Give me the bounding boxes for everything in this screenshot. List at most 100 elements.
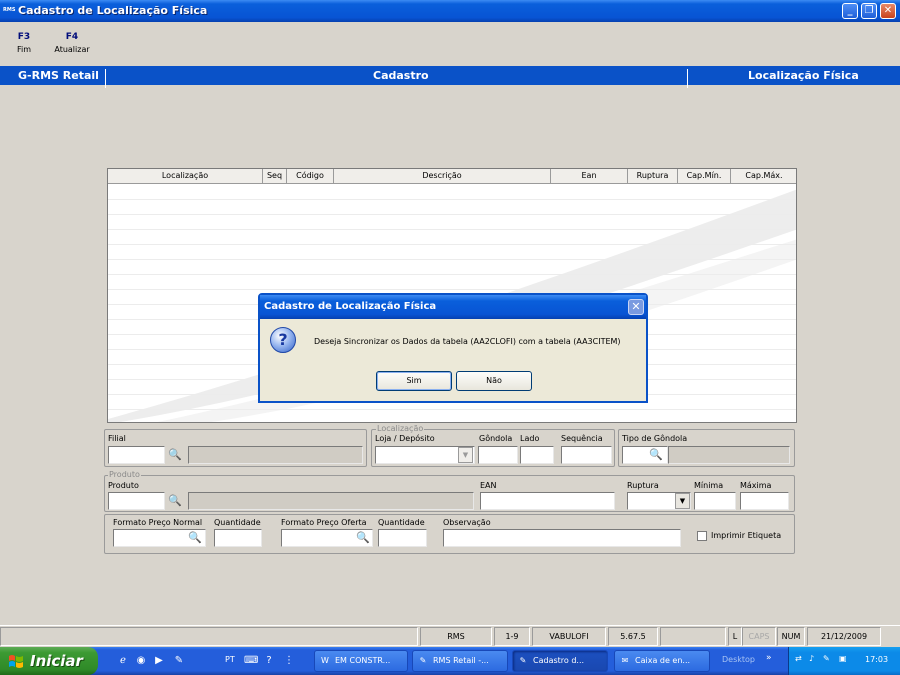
grid-row-line	[108, 274, 796, 275]
binoculars-icon[interactable]: 🔍	[168, 495, 182, 507]
status-bar: RMS 1-9 VABULOFI 5.67.5 L CAPS NUM 21/12…	[0, 625, 900, 647]
start-label: Iniciar	[30, 652, 83, 670]
maximize-button[interactable]: ❐	[861, 3, 877, 19]
dialog-titlebar[interactable]: Cadastro de Localização Física ✕	[260, 295, 646, 319]
help-icon[interactable]: ?	[262, 654, 276, 668]
produto-input[interactable]	[108, 492, 165, 510]
header-divider	[687, 69, 688, 88]
quantidade-input[interactable]	[214, 529, 262, 547]
header-divider	[105, 69, 106, 88]
window-titlebar[interactable]: RMS Cadastro de Localização Física _ ❐ ✕	[0, 0, 900, 22]
sim-button[interactable]: Sim	[376, 371, 452, 391]
status-num: NUM	[777, 627, 805, 646]
gondola-label: Gôndola	[479, 434, 513, 443]
tipo-gondola-label: Tipo de Gôndola	[622, 434, 688, 443]
minima-label: Mínima	[694, 481, 724, 490]
quantidade2-input[interactable]	[378, 529, 427, 547]
browser-icon[interactable]: ◉	[134, 654, 148, 668]
module-header: G-RMS Retail Cadastro Localização Física	[0, 66, 900, 88]
gondola-input[interactable]	[478, 446, 518, 464]
ean-input[interactable]	[480, 492, 615, 510]
grid-row-line	[108, 229, 796, 230]
status-date: 21/12/2009	[807, 627, 881, 646]
f4-key: F4	[65, 32, 79, 42]
minimize-button[interactable]: _	[842, 3, 858, 19]
status-app: RMS	[420, 627, 492, 646]
f3-label: Fim	[16, 45, 32, 54]
f3-fim-button[interactable]: F3 Fim	[4, 32, 44, 54]
taskbar-button-cadastro[interactable]: ✎ Cadastro d...	[512, 650, 608, 672]
status-range: 1-9	[494, 627, 530, 646]
f4-label: Atualizar	[54, 45, 90, 54]
taskbar-button-rms[interactable]: ✎ RMS Retail -...	[412, 650, 508, 672]
f4-atualizar-button[interactable]: F4 Atualizar	[52, 32, 92, 54]
sequencia-input[interactable]	[561, 446, 612, 464]
rms-icon: ✎	[519, 656, 527, 665]
sequencia-label: Sequência	[561, 434, 603, 443]
clock[interactable]: 17:03	[865, 655, 888, 664]
dialog-title: Cadastro de Localização Física	[264, 301, 437, 312]
col-ean[interactable]: Ean	[551, 169, 628, 184]
chevron-right-icon[interactable]: »	[766, 653, 772, 663]
formato-normal-label: Formato Preço Normal	[113, 518, 203, 527]
status-program: VABULOFI	[532, 627, 606, 646]
col-cap-min[interactable]: Cap.Mín.	[678, 169, 731, 184]
start-button[interactable]: Iniciar	[0, 647, 98, 675]
grid-header: Localização Seq Código Descrição Ean Rup…	[108, 169, 796, 184]
produto-label: Produto	[108, 481, 139, 490]
produto-description-field	[188, 492, 474, 510]
volume-icon[interactable]: ♪	[809, 654, 814, 663]
binoculars-icon[interactable]: 🔍	[188, 532, 202, 544]
col-localizacao[interactable]: Localização	[108, 169, 263, 184]
sync-dialog: Cadastro de Localização Física ✕ ? Desej…	[258, 293, 648, 403]
close-button[interactable]: ✕	[880, 3, 896, 19]
formato-oferta-label: Formato Preço Oferta	[281, 518, 367, 527]
col-seq[interactable]: Seq	[263, 169, 287, 184]
imprimir-etiqueta-label: Imprimir Etiqueta	[711, 531, 782, 540]
localizacao-group-label: Localização	[376, 424, 425, 433]
ean-label: EAN	[480, 481, 497, 490]
rms-tray-icon[interactable]: ✎	[823, 654, 830, 663]
status-caps: CAPS	[742, 627, 776, 646]
imprimir-etiqueta-checkbox[interactable]	[697, 531, 707, 541]
status-l: L	[728, 627, 742, 646]
chevron-down-icon[interactable]: ▼	[675, 493, 690, 509]
ruptura-label: Ruptura	[627, 481, 659, 490]
rms-icon[interactable]: ✎	[172, 654, 186, 668]
quantidade-label: Quantidade	[214, 518, 261, 527]
binoculars-icon[interactable]: 🔍	[356, 532, 370, 544]
col-descricao[interactable]: Descrição	[334, 169, 551, 184]
minima-input[interactable]	[694, 492, 736, 510]
filial-input[interactable]	[108, 446, 165, 464]
options-icon[interactable]: ⋮	[282, 654, 296, 668]
windows-flag-icon	[9, 655, 23, 668]
taskbar-button-inbox[interactable]: ✉ Caixa de en...	[614, 650, 710, 672]
ie-icon[interactable]: ℯ	[116, 654, 130, 668]
maxima-input[interactable]	[740, 492, 789, 510]
tray-app-icon[interactable]: ▣	[839, 654, 847, 663]
question-icon: ?	[270, 327, 296, 353]
observacao-input[interactable]	[443, 529, 681, 547]
status-blank	[660, 627, 726, 646]
keyboard-icon[interactable]: ⌨	[244, 654, 258, 668]
header-system: G-RMS Retail	[18, 69, 99, 82]
binoculars-icon[interactable]: 🔍	[168, 449, 182, 461]
function-key-bar: F3 Fim F4 Atualizar	[0, 22, 900, 66]
col-ruptura[interactable]: Ruptura	[628, 169, 678, 184]
taskbar-button-word[interactable]: W EM CONSTR...	[314, 650, 408, 672]
word-icon: W	[321, 656, 329, 665]
dialog-close-button[interactable]: ✕	[628, 299, 644, 315]
nao-button[interactable]: Não	[456, 371, 532, 391]
chevron-down-icon[interactable]: ▼	[458, 447, 473, 463]
language-indicator[interactable]: PT	[225, 655, 235, 664]
lado-input[interactable]	[520, 446, 554, 464]
col-cap-max[interactable]: Cap.Máx.	[731, 169, 796, 184]
system-tray: ⇄ ♪ ✎ ▣ 17:03	[788, 647, 900, 675]
network-icon[interactable]: ⇄	[795, 654, 802, 663]
produto-group-label: Produto	[108, 470, 141, 479]
media-icon[interactable]: ▶	[152, 654, 166, 668]
grid-row-line	[108, 244, 796, 245]
col-codigo[interactable]: Código	[287, 169, 334, 184]
desktop-toolbar[interactable]: Desktop	[722, 655, 755, 664]
binoculars-icon[interactable]: 🔍	[649, 449, 663, 461]
